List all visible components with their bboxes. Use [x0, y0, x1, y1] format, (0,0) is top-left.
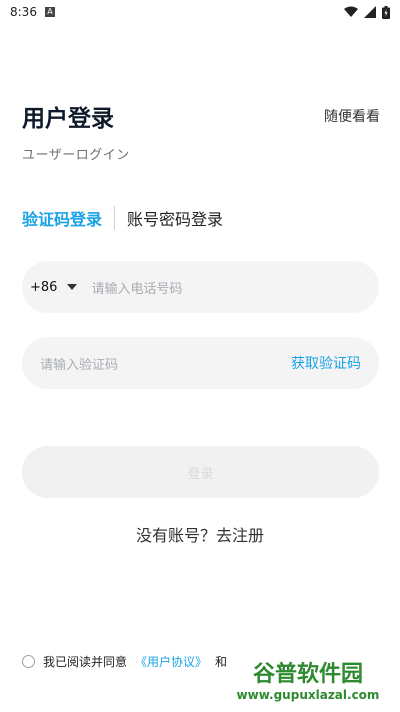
watermark: 谷普软件园 www.gupuxlazal.com: [216, 646, 400, 712]
login-tabs: 验证码登录 账号密码登录: [22, 204, 223, 232]
status-time: 8:36: [10, 5, 37, 19]
page-subtitle: ユーザーログイン: [22, 148, 130, 163]
header-row: 用户登录 随便看看: [22, 100, 380, 132]
browse-link[interactable]: 随便看看: [324, 106, 380, 126]
agreement-text: 我已阅读并同意: [43, 654, 128, 669]
agree-radio[interactable]: [22, 654, 35, 668]
watermark-url: www.gupuxlazal.com: [236, 688, 380, 702]
page-title: 用户登录: [22, 106, 114, 132]
tab-divider: [114, 206, 116, 230]
phone-input[interactable]: 请输入电话号码: [91, 278, 379, 297]
login-button-label: 登录: [187, 466, 214, 482]
get-code-button[interactable]: 获取验证码: [291, 353, 361, 373]
battery-icon: [382, 5, 390, 19]
country-code-select[interactable]: +86: [30, 279, 78, 295]
register-link[interactable]: 没有账号？去注册: [0, 522, 400, 546]
agreement-row: 我已阅读并同意 《用户协议》 和: [22, 652, 227, 670]
wifi-icon: [344, 6, 358, 17]
status-right: [344, 5, 390, 19]
login-button[interactable]: 登录: [22, 446, 379, 498]
code-input[interactable]: 请输入验证码: [40, 354, 291, 373]
status-bar: 8:36 A: [0, 0, 400, 24]
code-field[interactable]: 请输入验证码 获取验证码: [22, 337, 379, 389]
tab-password-login[interactable]: 账号密码登录: [127, 206, 223, 230]
notification-icon: A: [44, 7, 55, 17]
status-left: 8:36 A: [10, 5, 55, 19]
dropdown-caret-icon: [67, 284, 78, 290]
phone-field[interactable]: +86 请输入电话号码: [22, 261, 379, 313]
watermark-text: 谷普软件园: [252, 662, 363, 687]
country-code: +86: [30, 279, 58, 295]
signal-icon: [364, 6, 376, 18]
tab-sms-login[interactable]: 验证码登录: [22, 206, 102, 230]
user-agreement-link[interactable]: 《用户协议》: [135, 653, 207, 670]
